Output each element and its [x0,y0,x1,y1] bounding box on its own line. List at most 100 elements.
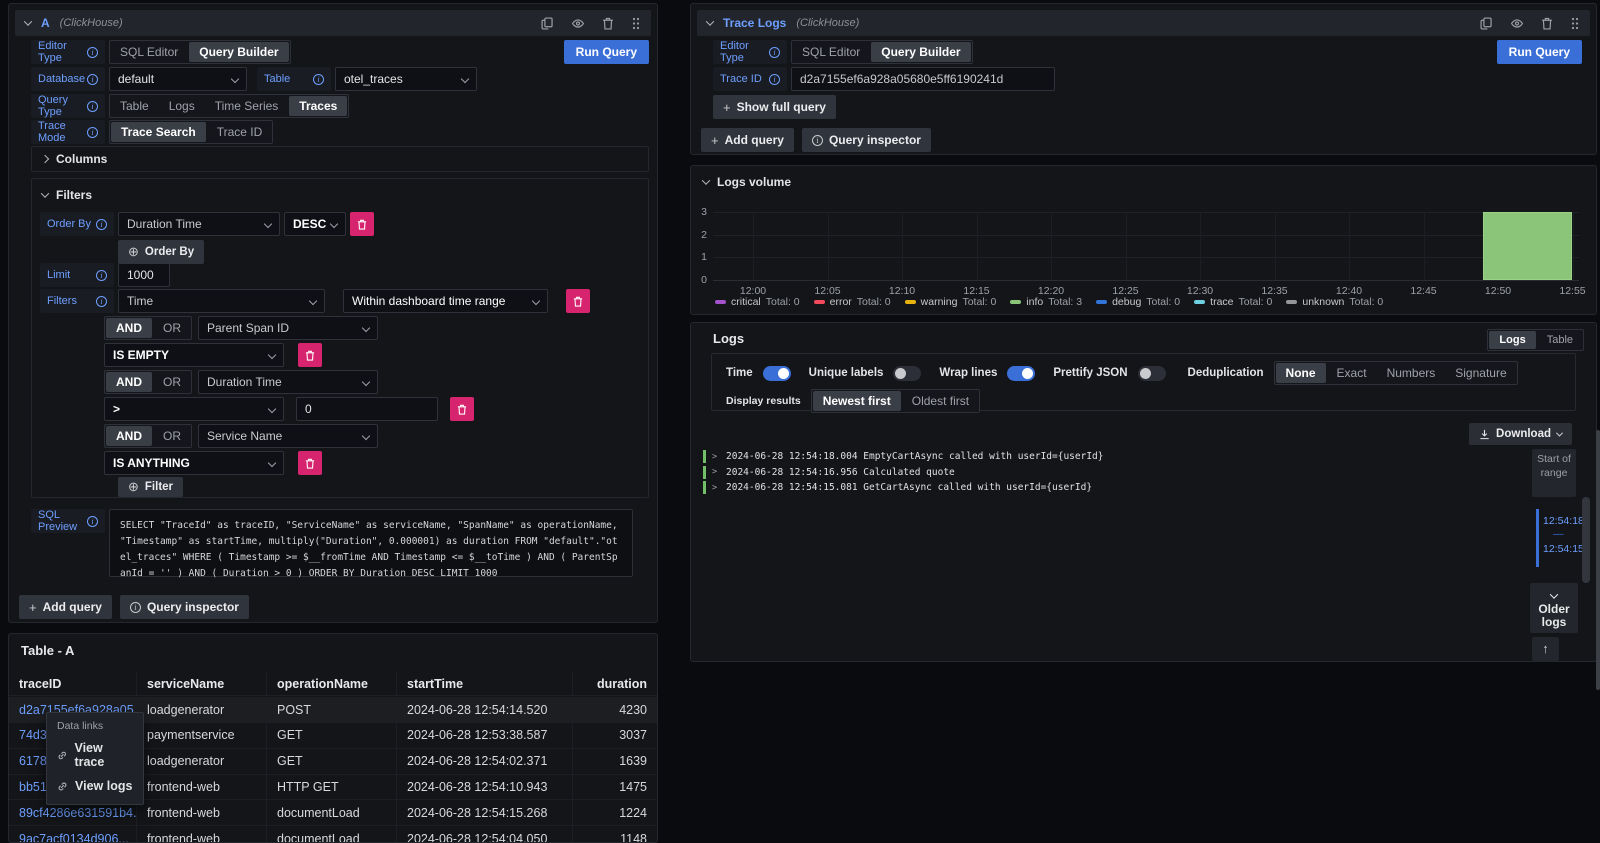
query-builder-option[interactable]: Query Builder [189,42,288,62]
drag-handle-icon[interactable] [631,17,641,30]
expand-log-chevron-icon[interactable]: > [712,467,720,477]
remove-condition-button[interactable] [298,343,322,367]
dedup-numbers[interactable]: Numbers [1377,363,1446,383]
info-icon[interactable]: i [96,296,107,307]
info-icon[interactable]: i [769,47,780,58]
query-builder-option[interactable]: Query Builder [871,42,970,62]
dedup-none[interactable]: None [1276,363,1326,383]
view-trace-menu-item[interactable]: View trace [47,736,143,774]
editor-type-toggle[interactable]: SQL Editor Query Builder [791,40,973,64]
database-select[interactable]: default [109,67,247,91]
remove-order-by-button[interactable] [350,212,374,236]
view-logs-option[interactable]: Logs [1489,331,1535,349]
column-header-duration[interactable]: duration [573,672,657,695]
condition-field-select[interactable]: Parent Span ID [198,316,378,340]
table-select[interactable]: otel_traces [335,67,477,91]
legend-item-warning[interactable]: warningTotal: 0 [905,296,997,308]
condition-operator-select[interactable]: IS EMPTY [104,343,284,367]
sql-editor-option[interactable]: SQL Editor [110,42,188,62]
collapse-chevron-icon[interactable] [706,17,714,25]
hide-response-eye-icon[interactable] [571,17,585,30]
bool-operator-toggle[interactable]: AND OR [104,316,192,340]
info-icon[interactable]: i [87,74,98,85]
log-row[interactable]: >2024-06-28 12:54:15.081 GetCartAsync ca… [703,480,1493,496]
expand-log-chevron-icon[interactable]: > [712,452,720,462]
legend-item-critical[interactable]: criticalTotal: 0 [715,296,800,308]
deduplication-toggle[interactable]: None Exact Numbers Signature [1274,361,1518,385]
add-filter-button[interactable]: ⊕Filter [118,477,183,497]
remove-query-trash-icon[interactable] [1541,17,1553,30]
remove-query-trash-icon[interactable] [602,17,614,30]
run-query-button[interactable]: Run Query [1497,40,1582,64]
table-row[interactable]: 9ac7acf0134d906...frontend-webdocumentLo… [9,826,657,842]
download-button[interactable]: Download [1469,423,1572,445]
hide-response-eye-icon[interactable] [1510,17,1524,30]
info-icon[interactable]: i [313,74,324,85]
add-query-button[interactable]: +Add query [701,128,794,152]
order-by-field-select[interactable]: Duration Time [118,212,280,236]
or-option[interactable]: OR [153,318,191,338]
query-type-traces[interactable]: Traces [289,96,347,116]
condition-value-input[interactable] [296,397,438,421]
trace-mode-toggle[interactable]: Trace Search Trace ID [109,120,273,144]
info-icon[interactable]: i [87,127,98,138]
expand-chevron-icon[interactable] [41,155,49,163]
info-icon[interactable]: i [87,101,98,112]
remove-condition-button[interactable] [298,451,322,475]
query-type-logs[interactable]: Logs [159,96,205,116]
dedup-exact[interactable]: Exact [1327,363,1377,383]
query-inspector-button[interactable]: iQuery inspector [120,595,249,619]
logs-volume-plot[interactable] [713,212,1579,280]
bool-operator-toggle[interactable]: AND OR [104,424,192,448]
view-logs-menu-item[interactable]: View logs [47,774,143,798]
duplicate-query-icon[interactable] [1480,17,1493,30]
query-type-timeseries[interactable]: Time Series [205,96,289,116]
collapse-chevron-icon[interactable] [702,176,710,184]
legend-item-error[interactable]: errorTotal: 0 [814,296,891,308]
or-option[interactable]: OR [153,372,191,392]
legend-item-debug[interactable]: debugTotal: 0 [1096,296,1180,308]
remove-condition-button[interactable] [450,397,474,421]
drag-handle-icon[interactable] [1570,17,1580,30]
time-toggle[interactable] [763,366,791,381]
order-by-direction-select[interactable]: DESC [284,212,346,236]
log-row[interactable]: >2024-06-28 12:54:18.004 EmptyCartAsync … [703,449,1493,465]
filter-time-range-select[interactable]: Within dashboard time range [343,289,548,313]
prettify-json-toggle[interactable] [1138,366,1166,381]
add-order-by-button[interactable]: ⊕Order By [118,240,204,264]
wrap-lines-toggle[interactable] [1007,366,1035,381]
info-icon[interactable]: i [769,74,780,85]
info-icon[interactable]: i [96,219,107,230]
query-row-header[interactable]: Trace Logs (ClickHouse) [697,10,1590,36]
older-logs-button[interactable]: Older logs [1530,583,1578,633]
table-panel-title[interactable]: Table - A [21,643,74,658]
logs-volume-header[interactable]: Logs volume [703,175,791,189]
scroll-to-top-button[interactable]: ↑ [1532,637,1559,661]
column-header-startTime[interactable]: startTime [397,672,573,695]
run-query-button[interactable]: Run Query [564,40,649,64]
trace-id-option[interactable]: Trace ID [207,122,273,142]
info-icon[interactable]: i [87,47,98,58]
collapse-chevron-icon[interactable] [41,189,49,197]
expand-log-chevron-icon[interactable]: > [712,483,720,493]
remove-filter-button[interactable] [566,289,590,313]
log-row[interactable]: >2024-06-28 12:54:16.956 Calculated quot… [703,465,1493,481]
legend-item-trace[interactable]: traceTotal: 0 [1194,296,1272,308]
newest-first-option[interactable]: Newest first [813,391,901,411]
condition-field-select[interactable]: Service Name [198,424,378,448]
volume-bar-info[interactable] [1483,212,1572,280]
query-inspector-button[interactable]: iQuery inspector [802,128,931,152]
and-option[interactable]: AND [106,318,152,338]
column-header-operationName[interactable]: operationName [267,672,397,695]
log-nav-scrollbar[interactable] [1582,497,1590,583]
and-option[interactable]: AND [106,426,152,446]
sql-editor-option[interactable]: SQL Editor [792,42,870,62]
trace-id-input[interactable] [791,67,1055,91]
duplicate-query-icon[interactable] [541,17,554,30]
legend-item-unknown[interactable]: unknownTotal: 0 [1286,296,1383,308]
filters-section-header[interactable]: Filters [42,188,92,202]
and-option[interactable]: AND [106,372,152,392]
log-range-marker[interactable] [1536,509,1539,567]
unique-labels-toggle[interactable] [893,366,921,381]
logs-table-view-toggle[interactable]: Logs Table [1487,329,1584,351]
